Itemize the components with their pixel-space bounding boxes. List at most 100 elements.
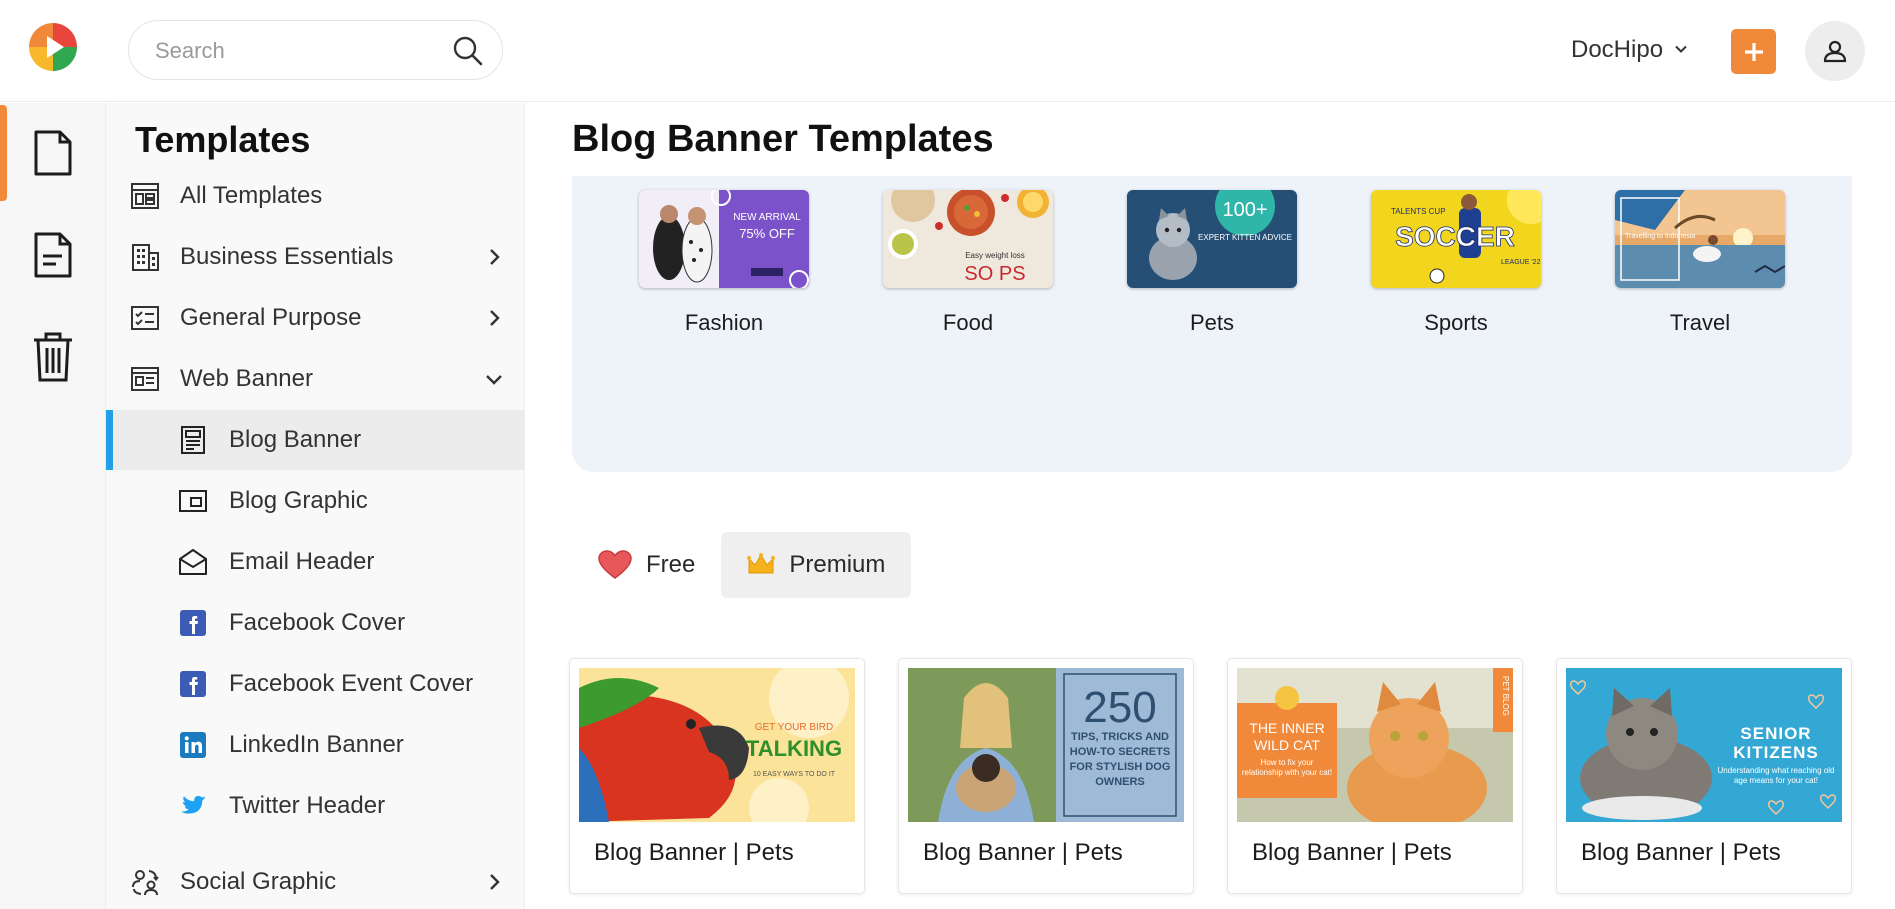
chevron-right-icon	[490, 310, 500, 326]
sidebar-item-business-essentials[interactable]: Business Essentials	[106, 227, 524, 287]
template-caption: Blog Banner | Pets	[594, 839, 794, 866]
thumb-text: EXPERT KITTEN ADVICE	[1198, 233, 1292, 242]
template-card[interactable]: GET YOUR BIRD TALKING 10 EASY WAYS TO DO…	[569, 658, 865, 894]
user-icon	[1823, 40, 1847, 63]
sidebar-item-label: Blog Banner	[229, 426, 362, 453]
rail-documents[interactable]	[0, 103, 106, 203]
filter-label: Premium	[789, 551, 886, 578]
category-card-travel[interactable]: Travelling to Indonesia Travel	[1615, 190, 1785, 336]
category-thumbnail: TALENTS CUP SOCCER LEAGUE '22	[1371, 190, 1541, 288]
category-name: Food	[942, 310, 994, 335]
search-icon[interactable]	[452, 35, 484, 67]
pricing-filter-tabs: Free Premium	[572, 532, 912, 598]
rail-trash[interactable]	[0, 307, 106, 407]
dochipo-logo-icon[interactable]	[26, 20, 80, 74]
thumb-text: TALENTS CUP	[1391, 207, 1446, 216]
sidebar-item-label: Blog Graphic	[229, 487, 368, 514]
category-carousel: NEW ARRIVAL 75% OFF Fashion Easy weight …	[572, 176, 1852, 472]
blog-graphic-icon	[179, 490, 207, 512]
thumb-text: GET YOUR BIRD	[755, 722, 834, 733]
web-banner-icon	[131, 367, 159, 391]
trash-icon	[34, 332, 72, 382]
thumb-text: Easy weight loss	[965, 251, 1025, 260]
chevron-down-icon	[486, 375, 502, 385]
facebook-icon	[180, 671, 206, 697]
sidebar-item-facebook-event-cover[interactable]: Facebook Event Cover	[106, 654, 524, 714]
thumb-text: SENIOR KITIZENS	[1733, 724, 1819, 762]
filter-premium[interactable]: Premium	[721, 532, 912, 598]
category-thumbnail: NEW ARRIVAL 75% OFF	[639, 190, 809, 288]
crown-icon	[747, 553, 776, 574]
sidebar-item-social-graphic[interactable]: Social Graphic	[106, 852, 524, 909]
twitter-icon	[181, 796, 206, 814]
thumb-text: TALKING	[746, 736, 842, 761]
thumb-text: PET BLOG	[1501, 676, 1510, 716]
workspace-name: DocHipo	[1571, 36, 1664, 63]
chevron-right-icon	[490, 249, 500, 265]
template-thumbnail: THE INNER WILD CAT How to fix your relat…	[1237, 668, 1513, 822]
facebook-icon	[180, 610, 206, 636]
linkedin-icon	[180, 732, 206, 758]
category-name: Travel	[1669, 310, 1731, 335]
sidebar-item-label: General Purpose	[180, 304, 362, 331]
template-card[interactable]: THE INNER WILD CAT How to fix your relat…	[1227, 658, 1523, 894]
category-name: Fashion	[684, 310, 764, 335]
sidebar-title: Templates	[135, 119, 311, 160]
sidebar-item-label: LinkedIn Banner	[229, 731, 404, 758]
thumb-text: TIPS, TRICKS AND HOW-TO SECRETS FOR STYL…	[1069, 731, 1171, 788]
category-card-pets[interactable]: 100+ EXPERT KITTEN ADVICE Pets	[1127, 190, 1297, 336]
icon-rail	[0, 103, 106, 909]
thumb-text: LEAGUE '22	[1501, 259, 1541, 266]
sidebar-item-label: Twitter Header	[229, 792, 386, 819]
sidebar-item-label: Facebook Cover	[229, 609, 406, 636]
sidebar-item-label: All Templates	[180, 182, 323, 209]
sidebar-item-blog-graphic[interactable]: Blog Graphic	[106, 471, 524, 531]
plus-icon	[1744, 42, 1763, 61]
user-avatar[interactable]	[1805, 21, 1865, 81]
category-card-sports[interactable]: TALENTS CUP SOCCER LEAGUE '22 Sports	[1371, 190, 1541, 336]
create-new-button[interactable]	[1731, 29, 1776, 74]
category-thumbnail: Easy weight loss SO PS	[883, 190, 1053, 288]
template-card[interactable]: 250 TIPS, TRICKS AND HOW-TO SECRETS FOR …	[898, 658, 1194, 894]
template-card[interactable]: SENIOR KITIZENS Understanding what reach…	[1556, 658, 1852, 894]
sidebar-item-label: Email Header	[229, 548, 375, 575]
sidebar-item-email-header[interactable]: Email Header	[106, 532, 524, 592]
thumb-text: How to fix your relationship with your c…	[1241, 758, 1333, 777]
category-thumbnail: 100+ EXPERT KITTEN ADVICE	[1127, 190, 1297, 288]
thumb-text: 75% OFF	[739, 226, 795, 241]
document-icon	[34, 130, 72, 176]
sidebar-item-blog-banner[interactable]: Blog Banner	[106, 410, 524, 470]
sidebar-item-facebook-cover[interactable]: Facebook Cover	[106, 593, 524, 653]
sidebar-item-label: Social Graphic	[180, 868, 337, 895]
page-title: Blog Banner Templates	[572, 118, 994, 160]
filter-free[interactable]: Free	[572, 532, 721, 598]
sidebar-item-general-purpose[interactable]: General Purpose	[106, 288, 524, 348]
category-name: Sports	[1424, 310, 1488, 335]
sidebar-item-twitter-header[interactable]: Twitter Header	[106, 776, 524, 836]
chevron-right-icon	[490, 874, 500, 890]
sidebar-item-label: Facebook Event Cover	[229, 670, 474, 697]
thumb-text: Travelling to Indonesia	[1625, 233, 1695, 240]
template-thumbnail: 250 TIPS, TRICKS AND HOW-TO SECRETS FOR …	[908, 668, 1184, 822]
sidebar-item-all-templates[interactable]: All Templates	[106, 166, 524, 226]
template-caption: Blog Banner | Pets	[1581, 839, 1781, 866]
category-card-food[interactable]: Easy weight loss SO PS Food	[883, 190, 1053, 336]
template-categories-sidebar: Templates All Templates Business Essenti…	[106, 103, 525, 909]
category-name: Pets	[1189, 310, 1235, 335]
envelope-open-icon	[179, 549, 207, 575]
text-document-icon	[34, 232, 72, 278]
sidebar-item-linkedin-banner[interactable]: LinkedIn Banner	[106, 715, 524, 775]
filter-label: Free	[646, 551, 696, 578]
category-thumbnail: Travelling to Indonesia	[1615, 190, 1785, 288]
sidebar-item-web-banner[interactable]: Web Banner	[106, 349, 524, 409]
workspace-dropdown[interactable]: DocHipo	[1571, 34, 1689, 66]
thumb-text: Understanding what reaching old age mean…	[1717, 766, 1835, 785]
building-icon	[132, 244, 159, 271]
social-people-icon	[132, 870, 159, 896]
category-card-fashion[interactable]: NEW ARRIVAL 75% OFF Fashion	[639, 190, 809, 336]
rail-text-documents[interactable]	[0, 205, 106, 305]
template-caption: Blog Banner | Pets	[1252, 839, 1452, 866]
search-box	[128, 20, 503, 80]
blog-banner-icon	[181, 426, 205, 454]
search-input[interactable]	[155, 35, 445, 67]
